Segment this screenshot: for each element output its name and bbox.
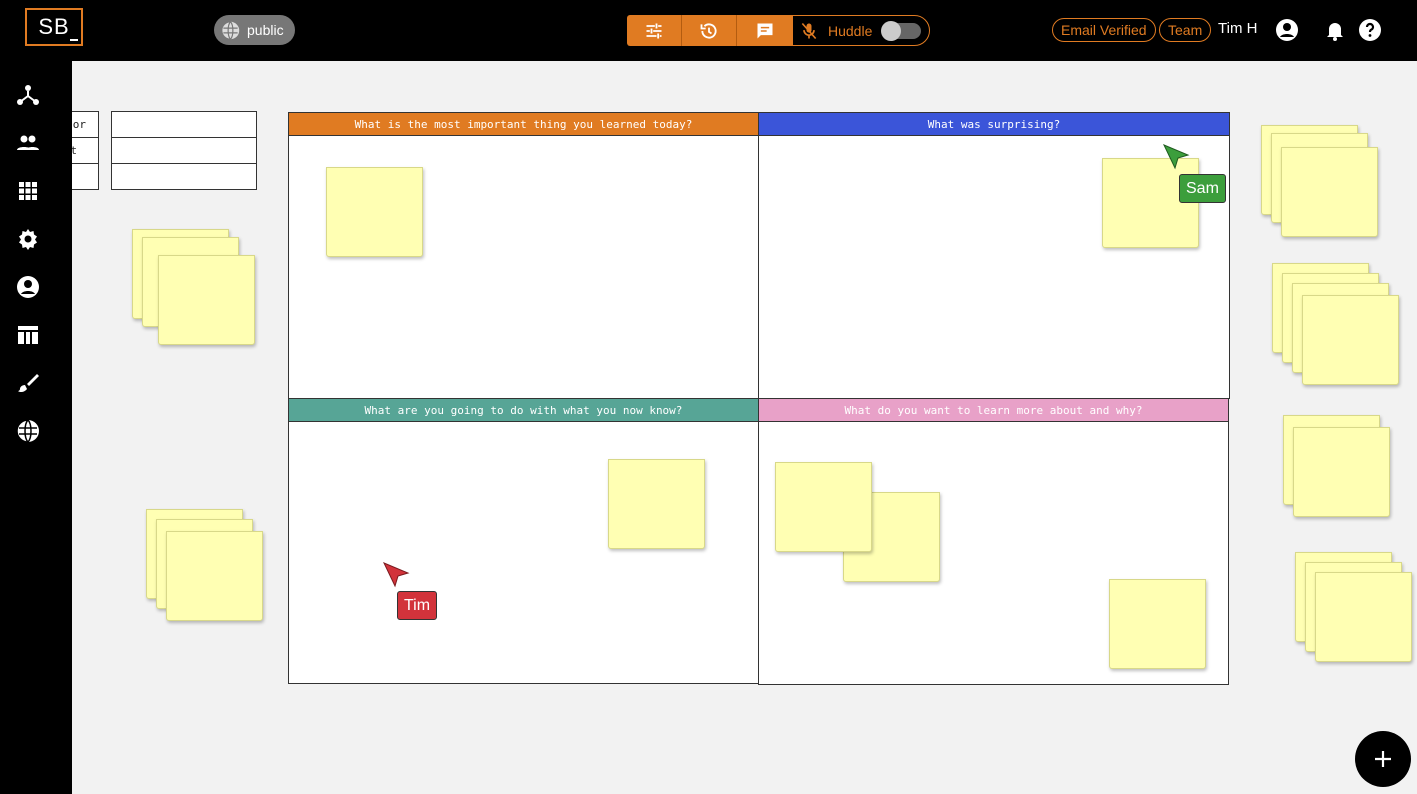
note-stack-item[interactable] xyxy=(1293,427,1390,517)
mic-off-icon[interactable] xyxy=(799,21,819,41)
note-stack-item[interactable] xyxy=(1302,295,1399,385)
quadrant-title[interactable]: What was surprising? xyxy=(759,113,1229,136)
settings-sliders-button[interactable] xyxy=(627,15,682,46)
plus-icon xyxy=(1375,751,1391,767)
sidebar xyxy=(0,61,72,794)
mini-table-left[interactable]: or t xyxy=(72,111,99,190)
table-layout-icon[interactable] xyxy=(16,323,40,347)
mini-table-cell[interactable] xyxy=(72,163,99,190)
sticky-note[interactable] xyxy=(1109,579,1206,669)
note-stack-item[interactable] xyxy=(166,531,263,621)
bell-icon[interactable] xyxy=(1323,18,1347,42)
board-toolbar xyxy=(627,15,792,46)
sticky-note[interactable] xyxy=(775,462,872,552)
cursor-label-sam: Sam xyxy=(1179,174,1226,203)
history-icon xyxy=(700,22,717,39)
huddle-toggle[interactable] xyxy=(881,20,922,41)
add-button[interactable] xyxy=(1355,731,1411,787)
username: Tim H xyxy=(1218,20,1258,37)
mini-table-cell[interactable] xyxy=(111,163,257,190)
mini-table-cell[interactable]: t xyxy=(72,137,99,164)
note-stack-item[interactable] xyxy=(1315,572,1412,662)
quadrant-surprising[interactable]: What was surprising? xyxy=(758,112,1230,399)
huddle-label: Huddle xyxy=(828,22,873,39)
sticky-note[interactable] xyxy=(1102,158,1199,248)
hierarchy-icon[interactable] xyxy=(16,83,40,107)
history-button[interactable] xyxy=(682,15,737,46)
visibility-label: public xyxy=(247,22,284,38)
sticky-note[interactable] xyxy=(326,167,423,257)
visibility-toggle[interactable]: public xyxy=(214,15,295,45)
grid-icon[interactable] xyxy=(16,179,40,203)
note-stack-item[interactable] xyxy=(1281,147,1378,237)
gear-icon[interactable] xyxy=(16,227,40,251)
note-stack-item[interactable] xyxy=(158,255,255,345)
email-verified-badge: Email Verified xyxy=(1052,18,1156,42)
cursor-arrow-icon xyxy=(382,562,410,588)
globe-icon[interactable] xyxy=(16,419,40,443)
team-badge[interactable]: Team xyxy=(1159,18,1212,42)
users-icon[interactable] xyxy=(16,131,40,155)
cursor-label-tim: Tim xyxy=(397,591,438,620)
globe-icon xyxy=(221,20,240,40)
mini-table-cell[interactable]: or xyxy=(72,111,99,138)
quadrant-title[interactable]: What are you going to do with what you n… xyxy=(289,399,758,422)
mini-table-cell[interactable] xyxy=(111,111,257,138)
quadrant-title[interactable]: What is the most important thing you lea… xyxy=(289,113,758,136)
mini-table-cell[interactable] xyxy=(111,137,257,164)
account-icon[interactable] xyxy=(16,275,40,299)
chat-icon xyxy=(757,23,772,38)
chat-button[interactable] xyxy=(737,15,792,46)
sliders-icon xyxy=(646,23,662,38)
app-logo[interactable]: SB xyxy=(25,8,83,46)
cursor-arrow-icon xyxy=(1162,144,1190,170)
account-icon[interactable] xyxy=(1275,18,1299,42)
top-bar: SB public Huddle Email Verified Team Tim… xyxy=(0,0,1417,61)
huddle-control: Huddle xyxy=(792,15,930,46)
mini-table-right[interactable] xyxy=(111,111,257,190)
quadrant-title[interactable]: What do you want to learn more about and… xyxy=(759,399,1228,422)
sticky-note[interactable] xyxy=(608,459,705,549)
help-icon[interactable] xyxy=(1358,18,1382,42)
board-canvas[interactable]: or t What is the most important thing yo… xyxy=(72,61,1417,794)
brush-icon[interactable] xyxy=(16,371,40,395)
